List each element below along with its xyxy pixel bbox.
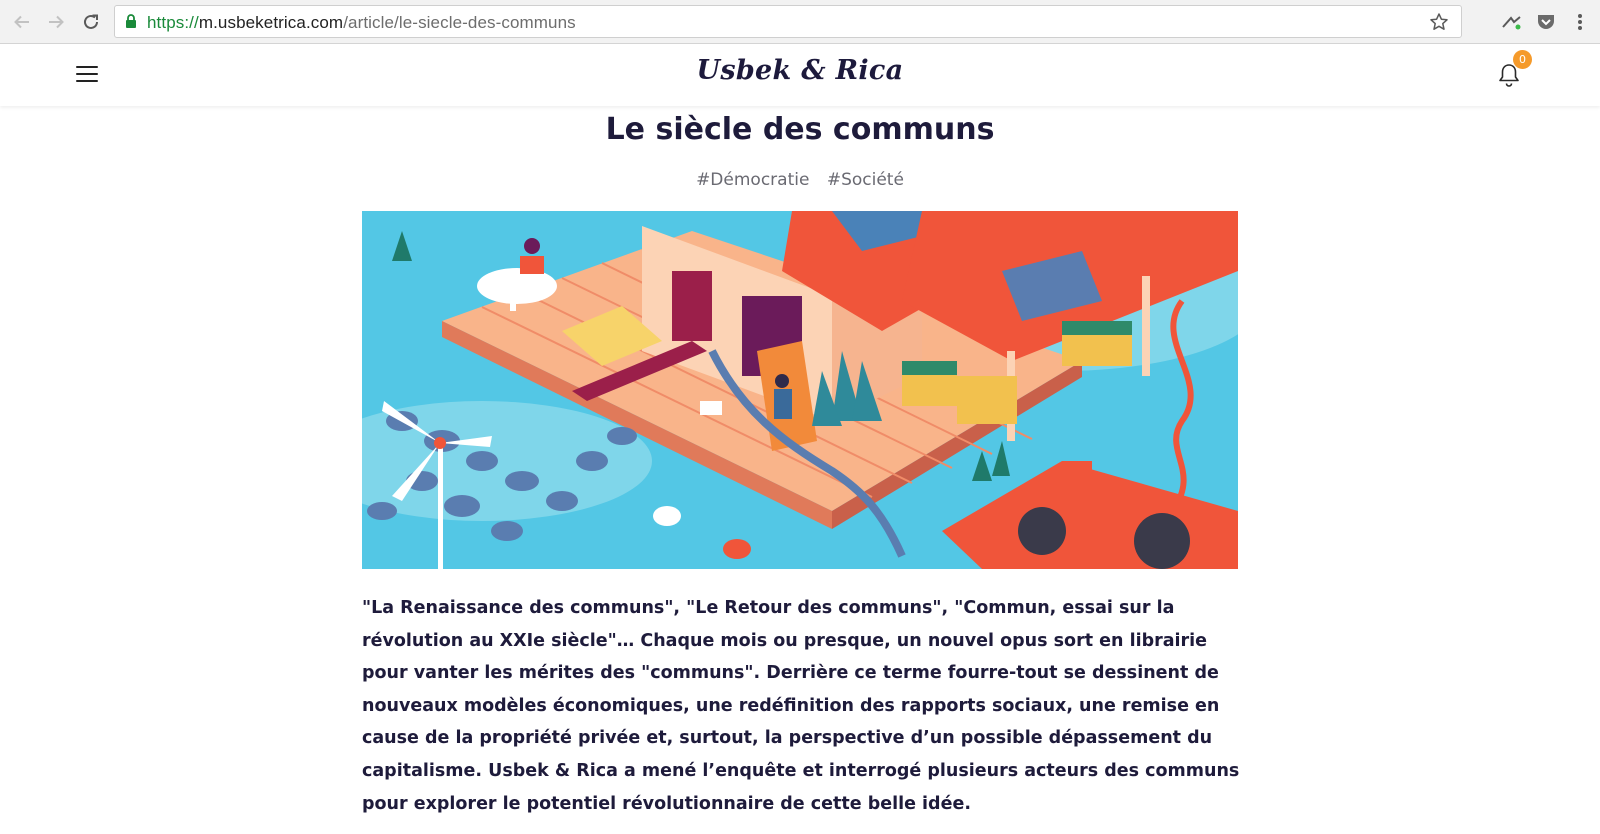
menu-dots-icon[interactable] (1568, 10, 1592, 34)
url-path: /article/le-siecle-des-communs (343, 13, 576, 32)
article-title: Le siècle des communs (605, 112, 995, 147)
pocket-icon[interactable] (1534, 10, 1558, 34)
reload-icon[interactable] (77, 8, 105, 36)
site-logo[interactable]: Usbek & Rica (0, 55, 1600, 86)
article-lead-paragraph: "La Renaissance des communs", "Le Retour… (362, 598, 1240, 814)
notification-count-badge[interactable]: 0 (1513, 50, 1532, 69)
url-host: m.usbeketrica.com (198, 13, 344, 32)
back-arrow-icon[interactable] (8, 8, 36, 36)
forward-arrow-icon[interactable] (42, 8, 70, 36)
article-hero-illustration (362, 211, 1238, 569)
site-header: Usbek & Rica (0, 44, 1600, 106)
illustration-svg (362, 211, 1238, 569)
article-tags: #Démocratie #Société (0, 170, 1600, 190)
bookmark-star-icon[interactable] (1429, 12, 1449, 37)
extension-icon[interactable] (1500, 10, 1524, 34)
address-bar[interactable]: https://m.usbeketrica.com/article/le-sie… (114, 5, 1462, 38)
url-text: https://m.usbeketrica.com/article/le-sie… (147, 13, 576, 33)
lock-icon (125, 14, 137, 34)
url-scheme: https:// (147, 13, 199, 32)
tag-democratie[interactable]: #Démocratie (696, 170, 809, 190)
tag-societe[interactable]: #Société (827, 170, 904, 190)
browser-toolbar: https://m.usbeketrica.com/article/le-sie… (0, 0, 1600, 44)
